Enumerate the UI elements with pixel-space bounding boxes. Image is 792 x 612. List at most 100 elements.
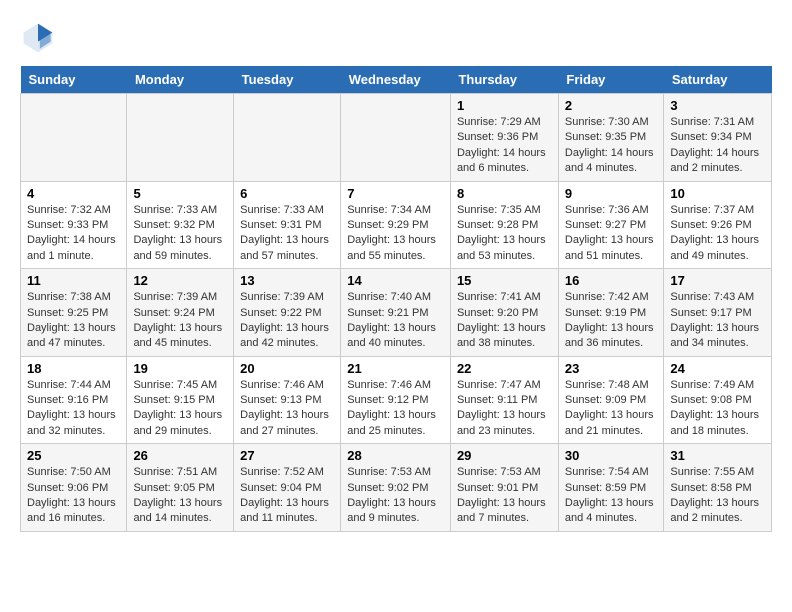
day-cell: 19 Sunrise: 7:45 AM Sunset: 9:15 PM Dayli… xyxy=(127,356,234,444)
day-cell: 8Sunrise: 7:35 AM Sunset: 9:28 PM Daylig… xyxy=(450,181,558,269)
day-cell: 26 Sunrise: 7:51 AM Sunset: 9:05 PM Dayli… xyxy=(127,444,234,532)
day-number: 4 xyxy=(27,186,120,201)
day-cell: 29 Sunrise: 7:53 AM Sunset: 9:01 PM Dayli… xyxy=(450,444,558,532)
calendar-table: Sunday Monday Tuesday Wednesday Thursday… xyxy=(20,66,772,532)
day-number: 2 xyxy=(565,98,658,113)
day-info: Sunrise: 7:47 AM Sunset: 9:11 PM Dayligh… xyxy=(457,378,552,440)
day-cell: 9Sunrise: 7:36 AM Sunset: 9:27 PM Daylig… xyxy=(558,181,664,269)
day-cell: 21 Sunrise: 7:46 AM Sunset: 9:12 PM Dayli… xyxy=(341,356,451,444)
week-row-2: 4 Sunrise: 7:32 AM Sunset: 9:33 PM Daylig… xyxy=(21,181,772,269)
day-cell: 10Sunrise: 7:37 AM Sunset: 9:26 PM Dayli… xyxy=(664,181,772,269)
day-info: Sunrise: 7:34 AM Sunset: 9:29 PM Dayligh… xyxy=(347,203,444,265)
day-info: Sunrise: 7:55 AM Sunset: 8:58 PM Dayligh… xyxy=(670,465,765,527)
week-row-5: 25Sunrise: 7:50 AM Sunset: 9:06 PM Dayli… xyxy=(21,444,772,532)
day-info: Sunrise: 7:44 AM Sunset: 9:16 PM Dayligh… xyxy=(27,378,120,440)
day-info: Sunrise: 7:33 AM Sunset: 9:32 PM Dayligh… xyxy=(133,203,227,265)
day-number: 8 xyxy=(457,186,552,201)
header-thursday: Thursday xyxy=(450,66,558,94)
day-info: Sunrise: 7:53 AM Sunset: 9:01 PM Dayligh… xyxy=(457,465,552,527)
day-info: Sunrise: 7:48 AM Sunset: 9:09 PM Dayligh… xyxy=(565,378,658,440)
day-cell: 14 Sunrise: 7:40 AM Sunset: 9:21 PM Dayli… xyxy=(341,269,451,357)
day-cell: 12 Sunrise: 7:39 AM Sunset: 9:24 PM Dayli… xyxy=(127,269,234,357)
day-number: 23 xyxy=(565,361,658,376)
day-number: 11 xyxy=(27,273,120,288)
page-header xyxy=(20,20,772,56)
day-cell: 16 Sunrise: 7:42 AM Sunset: 9:19 PM Dayli… xyxy=(558,269,664,357)
day-cell: 27Sunrise: 7:52 AM Sunset: 9:04 PM Dayli… xyxy=(234,444,341,532)
day-cell: 31 Sunrise: 7:55 AM Sunset: 8:58 PM Dayli… xyxy=(664,444,772,532)
day-number: 15 xyxy=(457,273,552,288)
day-info: Sunrise: 7:30 AM Sunset: 9:35 PM Dayligh… xyxy=(565,115,658,177)
day-number: 28 xyxy=(347,448,444,463)
day-number: 1 xyxy=(457,98,552,113)
header-saturday: Saturday xyxy=(664,66,772,94)
header-monday: Monday xyxy=(127,66,234,94)
day-info: Sunrise: 7:46 AM Sunset: 9:13 PM Dayligh… xyxy=(240,378,334,440)
day-info: Sunrise: 7:41 AM Sunset: 9:20 PM Dayligh… xyxy=(457,290,552,352)
header-row: Sunday Monday Tuesday Wednesday Thursday… xyxy=(21,66,772,94)
day-info: Sunrise: 7:51 AM Sunset: 9:05 PM Dayligh… xyxy=(133,465,227,527)
day-number: 9 xyxy=(565,186,658,201)
day-cell: 13 Sunrise: 7:39 AM Sunset: 9:22 PM Dayli… xyxy=(234,269,341,357)
day-number: 31 xyxy=(670,448,765,463)
day-info: Sunrise: 7:39 AM Sunset: 9:24 PM Dayligh… xyxy=(133,290,227,352)
day-info: Sunrise: 7:46 AM Sunset: 9:12 PM Dayligh… xyxy=(347,378,444,440)
day-cell: 18 Sunrise: 7:44 AM Sunset: 9:16 PM Dayli… xyxy=(21,356,127,444)
day-cell: 11 Sunrise: 7:38 AM Sunset: 9:25 PM Dayli… xyxy=(21,269,127,357)
day-info: Sunrise: 7:49 AM Sunset: 9:08 PM Dayligh… xyxy=(670,378,765,440)
day-info: Sunrise: 7:33 AM Sunset: 9:31 PM Dayligh… xyxy=(240,203,334,265)
day-info: Sunrise: 7:32 AM Sunset: 9:33 PM Dayligh… xyxy=(27,203,120,265)
header-sunday: Sunday xyxy=(21,66,127,94)
logo-icon xyxy=(20,20,56,56)
day-cell: 6 Sunrise: 7:33 AM Sunset: 9:31 PM Daylig… xyxy=(234,181,341,269)
day-info: Sunrise: 7:54 AM Sunset: 8:59 PM Dayligh… xyxy=(565,465,658,527)
day-info: Sunrise: 7:39 AM Sunset: 9:22 PM Dayligh… xyxy=(240,290,334,352)
day-number: 16 xyxy=(565,273,658,288)
day-cell xyxy=(234,94,341,182)
day-number: 21 xyxy=(347,361,444,376)
week-row-4: 18 Sunrise: 7:44 AM Sunset: 9:16 PM Dayli… xyxy=(21,356,772,444)
day-cell: 17Sunrise: 7:43 AM Sunset: 9:17 PM Dayli… xyxy=(664,269,772,357)
day-cell: 22 Sunrise: 7:47 AM Sunset: 9:11 PM Dayli… xyxy=(450,356,558,444)
day-cell: 4 Sunrise: 7:32 AM Sunset: 9:33 PM Daylig… xyxy=(21,181,127,269)
day-cell: 3 Sunrise: 7:31 AM Sunset: 9:34 PM Daylig… xyxy=(664,94,772,182)
day-number: 29 xyxy=(457,448,552,463)
week-row-1: 1 Sunrise: 7:29 AM Sunset: 9:36 PM Daylig… xyxy=(21,94,772,182)
day-number: 7 xyxy=(347,186,444,201)
day-info: Sunrise: 7:45 AM Sunset: 9:15 PM Dayligh… xyxy=(133,378,227,440)
day-cell: 7 Sunrise: 7:34 AM Sunset: 9:29 PM Daylig… xyxy=(341,181,451,269)
day-info: Sunrise: 7:29 AM Sunset: 9:36 PM Dayligh… xyxy=(457,115,552,177)
week-row-3: 11 Sunrise: 7:38 AM Sunset: 9:25 PM Dayli… xyxy=(21,269,772,357)
day-info: Sunrise: 7:50 AM Sunset: 9:06 PM Dayligh… xyxy=(27,465,120,527)
day-number: 14 xyxy=(347,273,444,288)
day-cell: 5Sunrise: 7:33 AM Sunset: 9:32 PM Daylig… xyxy=(127,181,234,269)
day-number: 19 xyxy=(133,361,227,376)
day-number: 13 xyxy=(240,273,334,288)
day-number: 30 xyxy=(565,448,658,463)
day-number: 6 xyxy=(240,186,334,201)
day-number: 26 xyxy=(133,448,227,463)
day-cell: 15 Sunrise: 7:41 AM Sunset: 9:20 PM Dayli… xyxy=(450,269,558,357)
day-info: Sunrise: 7:42 AM Sunset: 9:19 PM Dayligh… xyxy=(565,290,658,352)
day-info: Sunrise: 7:38 AM Sunset: 9:25 PM Dayligh… xyxy=(27,290,120,352)
day-number: 3 xyxy=(670,98,765,113)
day-cell: 28 Sunrise: 7:53 AM Sunset: 9:02 PM Dayli… xyxy=(341,444,451,532)
calendar-body: 1 Sunrise: 7:29 AM Sunset: 9:36 PM Daylig… xyxy=(21,94,772,532)
day-info: Sunrise: 7:37 AM Sunset: 9:26 PM Dayligh… xyxy=(670,203,765,265)
day-number: 18 xyxy=(27,361,120,376)
day-info: Sunrise: 7:40 AM Sunset: 9:21 PM Dayligh… xyxy=(347,290,444,352)
day-number: 24 xyxy=(670,361,765,376)
day-number: 12 xyxy=(133,273,227,288)
day-cell xyxy=(127,94,234,182)
day-info: Sunrise: 7:43 AM Sunset: 9:17 PM Dayligh… xyxy=(670,290,765,352)
day-info: Sunrise: 7:53 AM Sunset: 9:02 PM Dayligh… xyxy=(347,465,444,527)
header-wednesday: Wednesday xyxy=(341,66,451,94)
day-cell: 1 Sunrise: 7:29 AM Sunset: 9:36 PM Daylig… xyxy=(450,94,558,182)
header-friday: Friday xyxy=(558,66,664,94)
day-cell: 20Sunrise: 7:46 AM Sunset: 9:13 PM Dayli… xyxy=(234,356,341,444)
day-cell: 24 Sunrise: 7:49 AM Sunset: 9:08 PM Dayli… xyxy=(664,356,772,444)
day-cell: 23 Sunrise: 7:48 AM Sunset: 9:09 PM Dayli… xyxy=(558,356,664,444)
day-info: Sunrise: 7:31 AM Sunset: 9:34 PM Dayligh… xyxy=(670,115,765,177)
day-number: 22 xyxy=(457,361,552,376)
calendar-header: Sunday Monday Tuesday Wednesday Thursday… xyxy=(21,66,772,94)
